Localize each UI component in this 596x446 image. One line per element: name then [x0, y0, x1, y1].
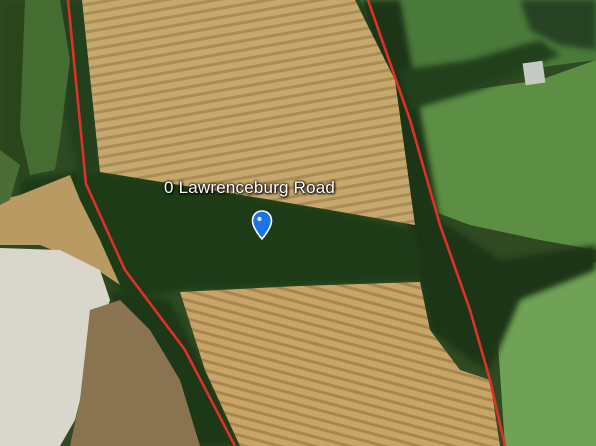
location-pin-icon[interactable] — [251, 210, 273, 240]
building — [522, 60, 546, 86]
satellite-map[interactable]: 0 Lawrenceburg Road — [0, 0, 596, 446]
place-label: 0 Lawrenceburg Road — [164, 178, 336, 197]
satellite-imagery — [0, 0, 596, 446]
